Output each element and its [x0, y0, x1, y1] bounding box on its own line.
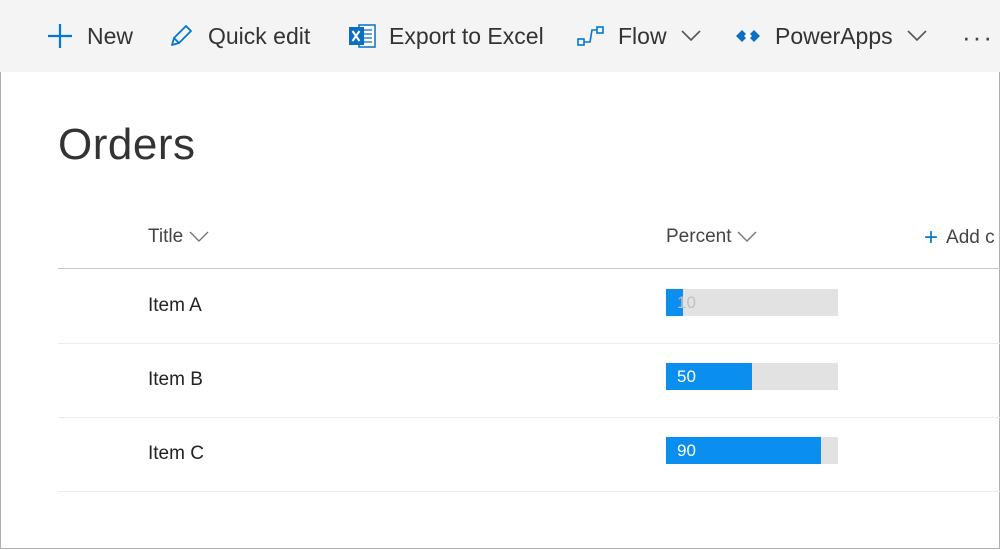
chevron-down-icon [907, 30, 927, 42]
percent-bar: 10 [666, 289, 838, 316]
row-title: Item B [148, 369, 203, 390]
quick-edit-label: Quick edit [208, 22, 311, 49]
table-row[interactable]: Item B 50 [58, 343, 1000, 418]
export-label: Export to Excel [389, 22, 544, 49]
row-title: Item A [148, 295, 202, 316]
flow-label: Flow [618, 22, 667, 49]
powerapps-menu-button[interactable]: PowerApps [733, 0, 927, 72]
page-title: Orders [58, 120, 196, 169]
column-header-title-label: Title [148, 226, 184, 247]
percent-value: 10 [677, 293, 696, 312]
column-header-percent[interactable]: Percent [666, 226, 757, 248]
table-row[interactable]: Item A 10 [58, 269, 1000, 344]
add-column-label: Add c [946, 227, 995, 248]
chevron-down-icon [189, 231, 209, 243]
row-title: Item C [148, 443, 204, 464]
quick-edit-button[interactable]: Quick edit [166, 0, 310, 72]
percent-bar: 90 [666, 437, 838, 464]
percent-value: 90 [677, 441, 696, 460]
powerapps-label: PowerApps [775, 22, 893, 49]
export-to-excel-button[interactable]: Export to Excel [347, 0, 544, 72]
plus-icon: + [924, 224, 939, 251]
chevron-down-icon [737, 231, 757, 243]
new-button[interactable]: New [45, 0, 133, 72]
excel-icon [347, 21, 377, 51]
percent-value: 50 [677, 367, 696, 386]
column-header-percent-label: Percent [666, 226, 732, 247]
command-bar: New Quick edit Export to Excel Flow Powe… [0, 0, 1000, 72]
add-column-button[interactable]: + Add c [924, 226, 995, 250]
flow-icon [576, 21, 606, 51]
table-row[interactable]: Item C 90 [58, 417, 1000, 492]
more-options-button[interactable]: ··· [962, 22, 994, 53]
new-label: New [87, 22, 134, 49]
flow-menu-button[interactable]: Flow [576, 0, 701, 72]
column-header-title[interactable]: Title [148, 226, 209, 248]
plus-icon [45, 21, 75, 51]
pencil-icon [166, 21, 196, 51]
powerapps-icon [733, 21, 763, 51]
chevron-down-icon [680, 30, 701, 42]
percent-bar: 50 [666, 363, 838, 390]
